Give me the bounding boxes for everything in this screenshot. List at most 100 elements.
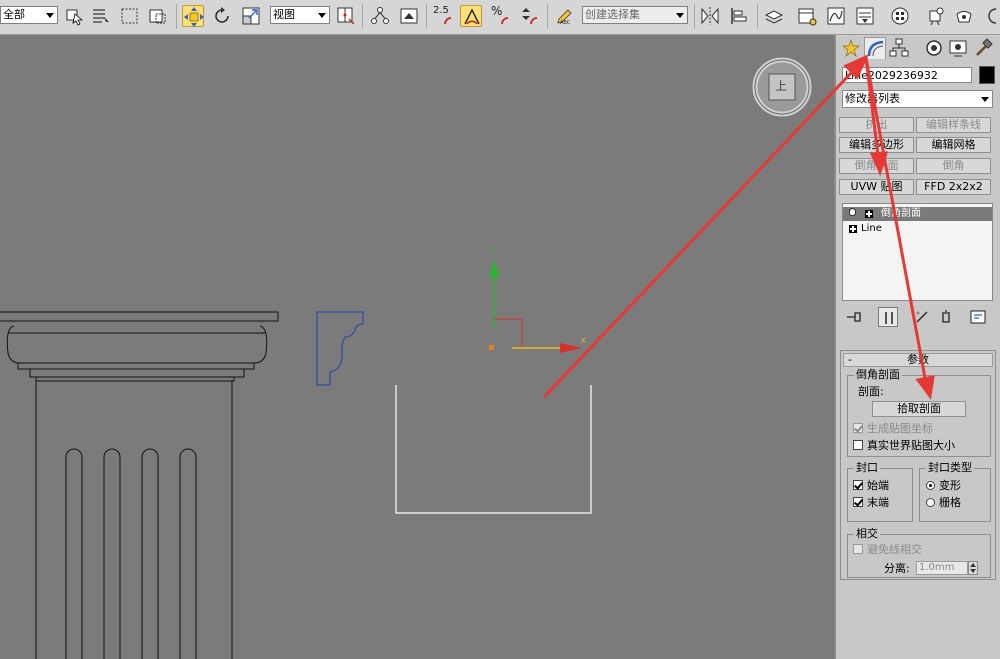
view-cube[interactable]: 上	[752, 57, 812, 117]
separation-spinner-icon[interactable]	[968, 561, 978, 575]
cap-group: 封口 始端 末端	[847, 462, 913, 522]
stack-item-label: 倒角剖面	[881, 208, 921, 219]
gizmo-x-label: X	[581, 337, 586, 345]
bevel-profile-button[interactable]: 倒角剖面	[839, 158, 914, 174]
real-world-map-checkbox[interactable]	[853, 440, 863, 450]
edit-poly-button[interactable]: 编辑多边形	[839, 137, 914, 153]
gizmo-y-label: Y	[490, 246, 495, 254]
angle-snap-icon[interactable]: 2.5	[432, 5, 454, 27]
expand-icon[interactable]	[865, 210, 873, 218]
gen-map-coords-label: 生成贴图坐标	[867, 422, 933, 435]
cap-end-checkbox[interactable]	[853, 497, 863, 507]
layer-manager-icon[interactable]	[763, 5, 785, 27]
hammer-icon	[976, 38, 993, 56]
show-end-result-icon[interactable]	[878, 307, 898, 327]
tab-motion[interactable]	[923, 37, 945, 59]
bevel-button[interactable]: 倒角	[916, 158, 991, 174]
parameters-rollout: - 参数 倒角剖面 剖面: 拾取剖面 生成贴图坐标 真实世界贴图大小 封口 始端…	[840, 350, 996, 580]
select-link-icon[interactable]	[369, 5, 391, 27]
modifier-stack: 倒角剖面 Line	[842, 203, 993, 301]
edit-named-selection-icon[interactable]: ABC	[554, 5, 576, 27]
spinner-snap-icon[interactable]	[518, 5, 540, 27]
separation-input[interactable]: 1.0mm	[916, 561, 968, 575]
chevron-down-icon	[46, 13, 54, 18]
graphite-ribbon-icon[interactable]	[796, 5, 818, 27]
object-name-value: Line2029236932	[845, 69, 938, 82]
named-selection-placeholder: 创建选择集	[585, 8, 640, 21]
avoid-intersect-checkbox[interactable]	[853, 544, 863, 554]
cap-grid-radio[interactable]	[926, 498, 935, 507]
angle-snap-label: 2.5	[433, 5, 449, 16]
select-object-icon[interactable]	[64, 5, 86, 27]
pivot-center-icon[interactable]	[335, 5, 357, 27]
cap-end-label: 末端	[867, 496, 889, 509]
percent-snap-label: %	[491, 4, 503, 18]
tab-utilities[interactable]	[972, 37, 994, 59]
move-icon[interactable]	[182, 5, 204, 27]
select-by-name-icon[interactable]	[90, 5, 112, 27]
profile-shape[interactable]	[316, 311, 364, 386]
expand-icon[interactable]	[849, 225, 857, 233]
modifier-list-value: 修改器列表	[845, 92, 900, 105]
stack-item-bevel-profile[interactable]: 倒角剖面	[843, 207, 992, 221]
stack-item-line[interactable]: Line	[843, 222, 992, 236]
remove-modifier-icon[interactable]	[936, 307, 956, 327]
tab-create[interactable]	[840, 37, 862, 59]
schematic-view-icon[interactable]	[854, 5, 876, 27]
extrude-button[interactable]: 挤出	[839, 117, 914, 133]
render-frame-icon[interactable]	[953, 5, 975, 27]
cap-morph-radio[interactable]	[926, 481, 935, 490]
ffd-button[interactable]: FFD 2x2x2	[916, 179, 991, 195]
main-toolbar: 全部 视图 2.5 % ABC 创建选择集	[0, 0, 1000, 35]
bind-space-warp-icon[interactable]	[398, 5, 420, 27]
stack-item-label: Line	[861, 223, 882, 234]
lightbulb-icon[interactable]	[849, 208, 856, 216]
percent-snap-icon[interactable]: %	[489, 5, 511, 27]
bevel-profile-group: 倒角剖面 剖面: 拾取剖面 生成贴图坐标 真实世界贴图大小	[847, 369, 991, 457]
configure-sets-icon[interactable]	[968, 307, 988, 327]
gen-map-coords-checkbox[interactable]	[853, 423, 863, 433]
tab-hierarchy[interactable]	[888, 37, 910, 59]
tab-modify[interactable]	[864, 37, 886, 59]
stack-toolbar	[842, 307, 993, 329]
path-spline[interactable]	[395, 385, 592, 514]
abc-label: ABC	[560, 20, 571, 26]
window-crossing-icon[interactable]	[147, 5, 169, 27]
toolbar-divider	[426, 4, 427, 29]
rotate-icon[interactable]	[211, 5, 233, 27]
edit-spline-button[interactable]: 编辑样条线	[916, 117, 991, 133]
reference-coord-dropdown[interactable]: 视图	[270, 6, 330, 24]
edit-mesh-button[interactable]: 编辑网格	[916, 137, 991, 153]
toolbar-divider	[757, 4, 758, 29]
align-icon[interactable]	[728, 5, 750, 27]
pin-stack-icon[interactable]	[844, 307, 864, 327]
make-unique-icon[interactable]	[912, 307, 932, 327]
selection-filter-dropdown[interactable]: 全部	[0, 6, 58, 24]
render-setup-icon[interactable]	[924, 5, 946, 27]
intersect-group-label: 相交	[854, 527, 880, 540]
viewport-top[interactable]: Y X 上	[0, 35, 832, 659]
pick-profile-button[interactable]: 拾取剖面	[872, 401, 966, 417]
render-production-icon[interactable]	[982, 5, 1000, 27]
rect-region-icon[interactable]	[119, 5, 141, 27]
chevron-down-icon	[676, 13, 684, 18]
cap-start-checkbox[interactable]	[853, 480, 863, 490]
uvw-map-button[interactable]: UVW 贴图	[839, 179, 914, 195]
display-icon	[949, 40, 967, 57]
chevron-down-icon	[981, 97, 989, 102]
modifier-list-dropdown[interactable]: 修改器列表	[842, 90, 993, 108]
object-name-field[interactable]: Line2029236932	[842, 67, 972, 83]
scale-icon[interactable]	[240, 5, 262, 27]
mirror-icon[interactable]	[699, 5, 721, 27]
modify-icon	[867, 40, 884, 57]
material-editor-icon[interactable]	[889, 5, 911, 27]
transform-gizmo[interactable]	[489, 259, 582, 353]
curve-editor-icon[interactable]	[825, 5, 847, 27]
object-color-swatch[interactable]	[979, 66, 995, 84]
rollout-header[interactable]: - 参数	[843, 353, 993, 367]
cap-start-label: 始端	[867, 479, 889, 492]
named-selection-dropdown[interactable]: 创建选择集	[582, 6, 688, 24]
tab-display[interactable]	[947, 37, 969, 59]
snap-toggle-icon[interactable]	[460, 5, 482, 27]
cap-type-group-label: 封口类型	[926, 461, 974, 474]
